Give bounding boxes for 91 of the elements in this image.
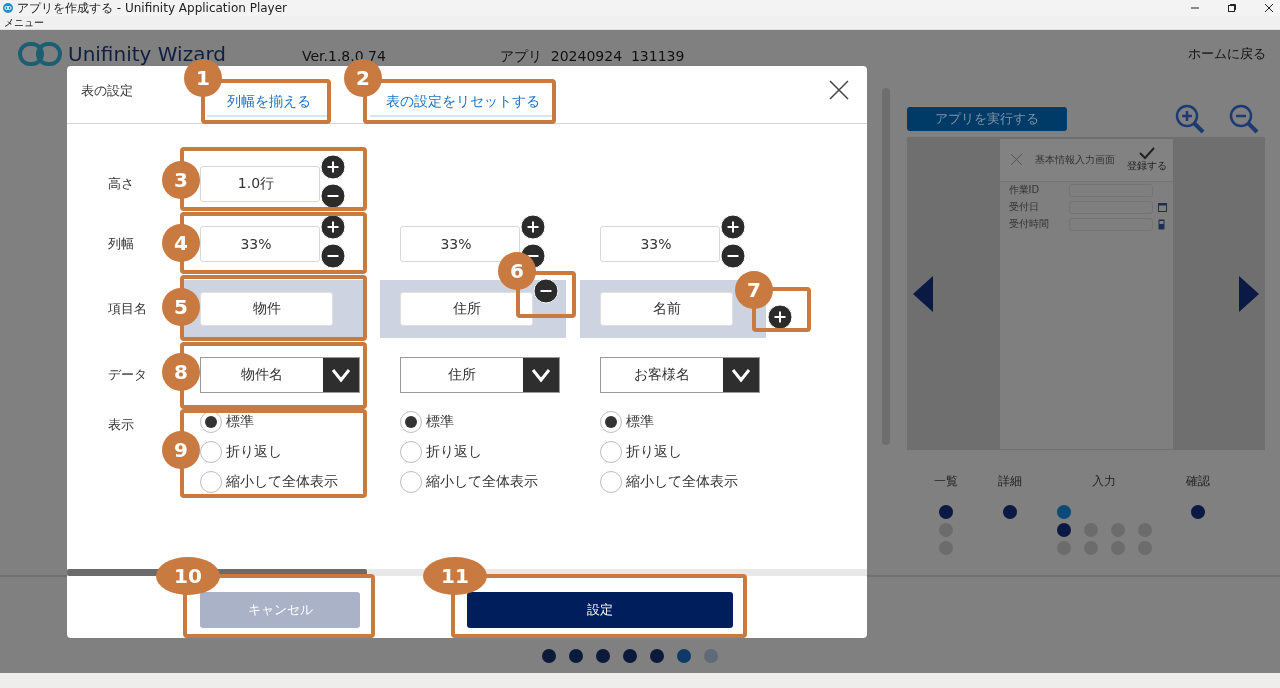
- screen-dot[interactable]: [1003, 505, 1017, 519]
- radio-button[interactable]: [400, 471, 422, 493]
- close-icon[interactable]: [829, 80, 849, 100]
- width-field[interactable]: 33%: [200, 226, 320, 262]
- menu-item[interactable]: メニュー: [0, 16, 1280, 30]
- link[interactable]: 列幅を揃える: [226, 93, 311, 109]
- plus-button[interactable]: [320, 154, 346, 180]
- previous-arrow-icon[interactable]: [913, 275, 933, 312]
- option-label: 折り返し: [226, 443, 282, 461]
- page-dot[interactable]: [704, 649, 718, 663]
- row-label: 項目名: [108, 300, 148, 318]
- data-dropdown[interactable]: お客様名: [600, 357, 760, 393]
- dropdown-value: 住所: [447, 366, 477, 384]
- zoom-out-icon[interactable]: [1229, 104, 1259, 134]
- minus-button[interactable]: [320, 243, 346, 269]
- radio-button[interactable]: [400, 441, 422, 463]
- name-field[interactable]: 物件: [200, 292, 333, 326]
- row-label: 高さ: [108, 175, 135, 193]
- run-app-button[interactable]: アプリを実行する: [907, 107, 1067, 131]
- option-label: 標準: [626, 413, 654, 431]
- page-dot[interactable]: [569, 649, 583, 663]
- plus-button[interactable]: [520, 214, 546, 240]
- close-icon[interactable]: [1264, 3, 1274, 13]
- radio-button[interactable]: [200, 441, 222, 463]
- page-dot[interactable]: [542, 649, 556, 663]
- link[interactable]: 表の設定をリセットする: [385, 93, 540, 109]
- close-icon: [1009, 153, 1023, 166]
- width-field[interactable]: 33%: [600, 226, 720, 262]
- minus-button[interactable]: [320, 183, 346, 209]
- step-label: 詳細: [997, 473, 1023, 490]
- dropdown-value: お客様名: [633, 366, 691, 384]
- chevron-down-icon[interactable]: [323, 358, 359, 392]
- next-arrow-icon[interactable]: [1239, 275, 1259, 312]
- dropdown-value: 物件名: [240, 366, 284, 384]
- screen-dot[interactable]: [1056, 505, 1071, 519]
- screen-dot[interactable]: [1191, 505, 1205, 519]
- plus-button[interactable]: [320, 214, 346, 240]
- screen-dot[interactable]: [939, 505, 953, 519]
- radio-button[interactable]: [600, 441, 622, 463]
- radio-button[interactable]: [600, 471, 622, 493]
- page-dot[interactable]: [596, 649, 610, 663]
- home-link[interactable]: ホームに戻る: [1188, 45, 1266, 63]
- option-label: 縮小して全体表示: [426, 473, 538, 491]
- step-label: 一覧: [933, 473, 959, 490]
- calculator-icon: [1157, 218, 1165, 230]
- data-dropdown[interactable]: 物件名: [200, 357, 360, 393]
- option-label: 縮小して全体表示: [226, 473, 338, 491]
- option-label: 折り返し: [626, 443, 682, 461]
- page-dot[interactable]: [677, 649, 691, 663]
- option-label: 縮小して全体表示: [626, 473, 738, 491]
- screen-dot[interactable]: [1056, 523, 1071, 537]
- row-label: データ: [108, 366, 148, 384]
- plus-button[interactable]: [720, 214, 746, 240]
- app-icon: [3, 3, 13, 13]
- width-field[interactable]: 33%: [400, 226, 520, 262]
- height-field[interactable]: 1.0行: [200, 166, 320, 202]
- window-title: アプリを作成する - Unifinity Application Player: [17, 1, 287, 15]
- field-label: 作業ID: [1008, 183, 1041, 197]
- step-label: 確認: [1185, 473, 1211, 490]
- screen-title: 基本情報入力画面: [1033, 152, 1116, 167]
- save-button[interactable]: 設定: [467, 592, 733, 628]
- remove-column-button[interactable]: [533, 278, 559, 304]
- zoom-in-icon[interactable]: [1175, 104, 1205, 134]
- radio-button[interactable]: [200, 411, 222, 433]
- chevron-down-icon[interactable]: [723, 358, 759, 392]
- app-name: アプリ 20240924 131139: [499, 49, 685, 64]
- option-label: 標準: [226, 413, 254, 431]
- row-label: 表示: [108, 416, 135, 434]
- minus-button[interactable]: [720, 243, 746, 269]
- add-column-button[interactable]: [767, 304, 793, 330]
- restore-icon[interactable]: [1227, 3, 1237, 13]
- page-dot[interactable]: [650, 649, 664, 663]
- data-dropdown[interactable]: 住所: [400, 357, 560, 393]
- dialog-title: 表の設定: [81, 82, 134, 100]
- option-label: 折り返し: [426, 443, 482, 461]
- step-label: 入力: [1091, 473, 1117, 490]
- name-field[interactable]: 住所: [400, 292, 533, 326]
- radio-button[interactable]: [600, 411, 622, 433]
- checkmark-icon: [1138, 147, 1155, 160]
- row-label: 列幅: [108, 235, 135, 253]
- page-dot[interactable]: [623, 649, 637, 663]
- chevron-down-icon[interactable]: [523, 358, 559, 392]
- calendar-icon: [1157, 202, 1167, 212]
- confirm-label: 登録する: [1126, 160, 1167, 172]
- field-label: 受付日: [1008, 200, 1040, 214]
- radio-button[interactable]: [200, 471, 222, 493]
- option-label: 標準: [426, 413, 454, 431]
- radio-button[interactable]: [400, 411, 422, 433]
- field-label: 受付時間: [1008, 217, 1050, 231]
- logo-icon: [18, 41, 62, 67]
- name-field[interactable]: 名前: [600, 292, 733, 326]
